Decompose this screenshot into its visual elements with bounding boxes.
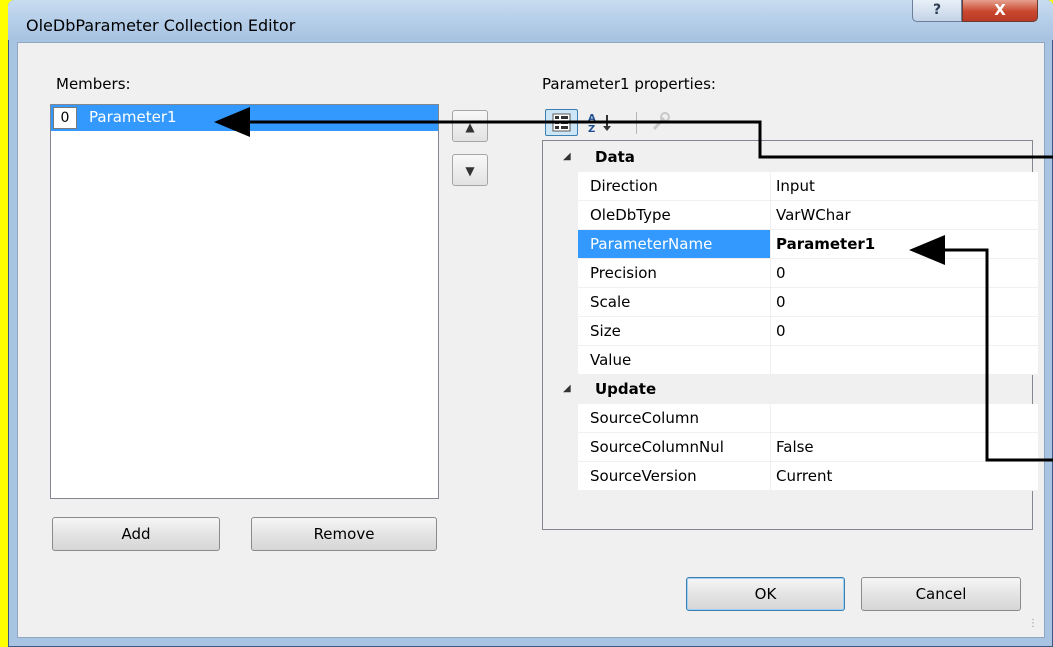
- property-pages-icon: [652, 112, 670, 131]
- property-row-selected[interactable]: ParameterName Parameter1: [543, 230, 1038, 259]
- move-up-button[interactable]: ▲: [452, 110, 488, 142]
- resize-grip-icon[interactable]: ⋮: [1028, 618, 1042, 632]
- property-name: Scale: [578, 288, 781, 317]
- property-value[interactable]: 0: [770, 288, 1038, 317]
- category-data[interactable]: ◢ Data: [543, 143, 1032, 172]
- property-name: Direction: [578, 172, 781, 201]
- property-value[interactable]: VarWChar: [770, 201, 1038, 230]
- property-value[interactable]: Current: [770, 462, 1038, 491]
- collapse-triangle-icon[interactable]: ◢: [563, 151, 571, 162]
- member-name: Parameter1: [89, 108, 177, 126]
- alphabetical-button[interactable]: A Z: [582, 109, 622, 136]
- property-row[interactable]: Scale 0: [543, 288, 1038, 317]
- property-value[interactable]: Input: [770, 172, 1038, 201]
- property-row[interactable]: Direction Input: [543, 172, 1038, 201]
- property-name: SourceVersion: [578, 462, 781, 491]
- property-name: ParameterName: [578, 230, 781, 259]
- category-update[interactable]: ◢ Update: [543, 375, 1032, 404]
- categorized-icon: [552, 113, 571, 132]
- property-row[interactable]: Value: [543, 346, 1038, 375]
- toolbar-separator: [636, 112, 637, 134]
- member-index: 0: [53, 107, 77, 129]
- property-name: SourceColumn: [578, 404, 781, 433]
- property-grid[interactable]: ◢ Data Direction Input OleDbType VarWCha…: [542, 140, 1038, 530]
- property-row[interactable]: OleDbType VarWChar: [543, 201, 1038, 230]
- member-item-parameter1[interactable]: 0 Parameter1: [51, 105, 438, 131]
- alphabetical-icon: A Z: [588, 113, 611, 135]
- move-down-button[interactable]: ▼: [452, 154, 488, 186]
- property-name: Size: [578, 317, 781, 346]
- properties-label: Parameter1 properties:: [542, 75, 716, 93]
- members-label: Members:: [56, 75, 131, 93]
- property-name: Value: [578, 346, 781, 375]
- property-name: Precision: [578, 259, 781, 288]
- svg-text:Z: Z: [588, 124, 595, 135]
- category-name: Data: [595, 148, 635, 166]
- property-row[interactable]: SourceColumn: [543, 404, 1038, 433]
- property-value[interactable]: 0: [770, 259, 1038, 288]
- property-value[interactable]: [770, 404, 1038, 433]
- property-pages-button[interactable]: [646, 109, 674, 136]
- property-value[interactable]: Parameter1: [770, 230, 1038, 259]
- property-value[interactable]: False: [770, 433, 1038, 462]
- property-row[interactable]: SourceColumnNul False: [543, 433, 1038, 462]
- window-title: OleDbParameter Collection Editor: [26, 16, 296, 35]
- svg-text:A: A: [588, 113, 596, 124]
- remove-button[interactable]: Remove: [251, 517, 437, 551]
- property-row[interactable]: Precision 0: [543, 259, 1038, 288]
- categorized-button[interactable]: [545, 109, 578, 136]
- property-value[interactable]: [770, 346, 1038, 375]
- ok-button[interactable]: OK: [686, 577, 845, 611]
- close-button[interactable]: X: [962, 0, 1038, 22]
- property-row[interactable]: SourceVersion Current: [543, 462, 1038, 491]
- arrow-down-icon: ▼: [465, 164, 475, 178]
- property-name: OleDbType: [578, 201, 781, 230]
- category-name: Update: [595, 380, 657, 398]
- members-list[interactable]: 0 Parameter1: [50, 104, 439, 499]
- collapse-triangle-icon[interactable]: ◢: [563, 383, 571, 394]
- property-value[interactable]: 0: [770, 317, 1038, 346]
- property-row[interactable]: Size 0: [543, 317, 1038, 346]
- cancel-button[interactable]: Cancel: [861, 577, 1021, 611]
- property-name: SourceColumnNul: [578, 433, 781, 462]
- help-button[interactable]: ?: [912, 0, 962, 22]
- arrow-up-icon: ▲: [465, 120, 475, 134]
- add-button[interactable]: Add: [52, 517, 220, 551]
